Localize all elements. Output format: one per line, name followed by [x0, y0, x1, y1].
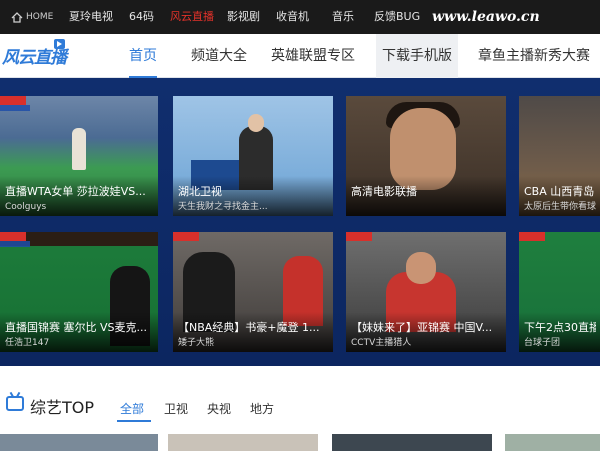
- video-host: CCTV主播猎人: [351, 338, 412, 348]
- channel-tag: [519, 232, 545, 241]
- section-tab-cctv[interactable]: 央视: [207, 400, 231, 417]
- top-navigation-bar: HOME 夏玲电视 64码 风云直播 影视剧 收音机 音乐 反馈BUG www.…: [0, 0, 600, 34]
- video-card[interactable]: CBA 山西青岛 太原后生带你看球: [519, 96, 600, 216]
- header-tab-home-label: 首页: [129, 48, 157, 64]
- main-header: 风云直播 首页 频道大全 英雄联盟专区 下载手机版 章鱼主播新秀大赛: [0, 34, 600, 78]
- section-tab-satellite[interactable]: 卫视: [164, 400, 188, 417]
- video-host: Coolguys: [5, 202, 47, 212]
- topnav-item-feedback[interactable]: 反馈BUG: [374, 0, 420, 34]
- topnav-item-64-code[interactable]: 64码: [129, 0, 154, 34]
- video-title: 直播国锦赛 塞尔比 VS麦克...: [5, 321, 147, 334]
- topnav-item-tv-series[interactable]: 影视剧: [227, 0, 260, 34]
- header-tab-home[interactable]: 首页: [129, 34, 157, 78]
- header-tab-octopus-contest[interactable]: 章鱼主播新秀大赛: [478, 34, 590, 78]
- live-video-grid: 直播WTA女单 莎拉波娃VS... Coolguys 湖北卫视 天生我财之寻找金…: [0, 78, 600, 366]
- header-tab-download-mobile[interactable]: 下载手机版: [376, 34, 458, 78]
- video-title: 【妹妹来了】亚锦赛 中国V...: [351, 321, 493, 334]
- home-label: HOME: [26, 12, 54, 22]
- topnav-item-fengyun-live[interactable]: 风云直播: [170, 0, 214, 34]
- video-title: 直播WTA女单 莎拉波娃VS...: [5, 185, 146, 198]
- topnav-item-xialing-tv[interactable]: 夏玲电视: [69, 0, 113, 34]
- variety-thumbnail[interactable]: [505, 434, 600, 451]
- header-tab-lol[interactable]: 英雄联盟专区: [271, 34, 355, 78]
- section-tab-all[interactable]: 全部: [120, 400, 144, 417]
- active-tab-underline: [117, 420, 151, 422]
- home-link[interactable]: HOME: [11, 11, 54, 23]
- video-card[interactable]: 高清电影联播: [346, 96, 506, 216]
- section-title: 综艺TOP: [30, 398, 95, 417]
- variety-thumbnail[interactable]: [168, 434, 318, 451]
- variety-section: 综艺TOP 全部 卫视 央视 地方: [0, 366, 600, 451]
- video-title: 高清电影联播: [351, 185, 417, 198]
- video-card[interactable]: 湖北卫视 天生我财之寻找金主...: [173, 96, 333, 216]
- play-badge-icon: [54, 39, 65, 49]
- video-card[interactable]: 【妹妹来了】亚锦赛 中国V... CCTV主播猎人: [346, 232, 506, 352]
- video-card[interactable]: 【NBA经典】书豪+魔登 1... 矮子大熊: [173, 232, 333, 352]
- channel-subtag: [0, 105, 30, 111]
- site-brand: www.leawo.cn: [432, 9, 540, 25]
- site-logo[interactable]: 风云直播: [2, 39, 67, 68]
- video-host: 太原后生带你看球: [524, 202, 596, 212]
- video-host: 任浩卫147: [5, 338, 50, 348]
- variety-thumbnail[interactable]: [332, 434, 492, 451]
- video-card[interactable]: 下午2点30直播 台球子团: [519, 232, 600, 352]
- tv-icon: [6, 396, 24, 411]
- channel-tag: [346, 232, 372, 241]
- channel-tag: [0, 96, 26, 105]
- channel-subtag: [0, 241, 30, 247]
- video-title: 湖北卫视: [178, 185, 222, 198]
- home-icon: [11, 11, 23, 23]
- variety-thumbnail-row: [0, 434, 600, 451]
- topnav-item-music[interactable]: 音乐: [332, 0, 354, 34]
- video-title: CBA 山西青岛: [524, 185, 595, 198]
- channel-tag: [0, 232, 26, 241]
- topnav-item-radio[interactable]: 收音机: [276, 0, 309, 34]
- header-tab-channels[interactable]: 频道大全: [191, 34, 247, 78]
- video-card[interactable]: 直播国锦赛 塞尔比 VS麦克... 任浩卫147: [0, 232, 158, 352]
- variety-thumbnail[interactable]: [0, 434, 158, 451]
- video-card[interactable]: 直播WTA女单 莎拉波娃VS... Coolguys: [0, 96, 158, 216]
- section-tab-local[interactable]: 地方: [250, 400, 274, 417]
- video-host: 天生我财之寻找金主...: [178, 202, 268, 212]
- video-title: 下午2点30直播: [524, 321, 596, 334]
- video-title: 【NBA经典】书豪+魔登 1...: [178, 321, 320, 334]
- video-host: 台球子团: [524, 338, 561, 348]
- video-host: 矮子大熊: [178, 338, 215, 348]
- channel-tag: [173, 232, 199, 241]
